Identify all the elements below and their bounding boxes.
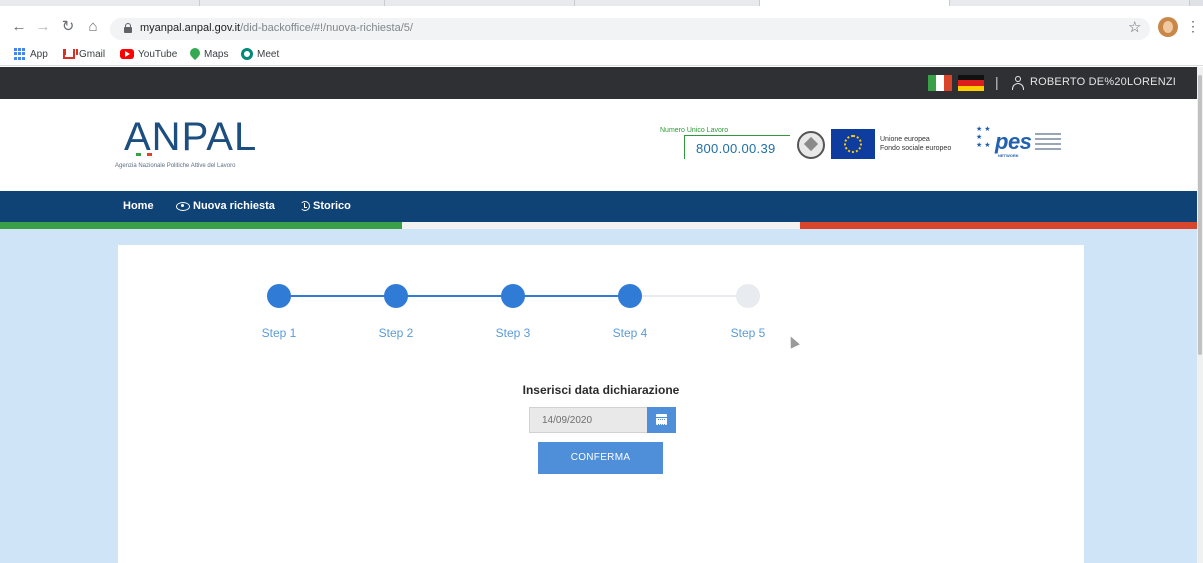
step-connector [630, 295, 748, 297]
eu-flag-icon [831, 129, 875, 159]
eu-label: Unione europea [880, 136, 930, 143]
bookmark-label: App [30, 48, 48, 60]
calendar-button[interactable] [647, 407, 676, 433]
anpal-logo[interactable]: ANPAL [124, 117, 257, 157]
step-3-indicator [501, 284, 525, 308]
pes-logo: pes [995, 129, 1032, 154]
topbar-separator: | [995, 74, 999, 90]
url-path: /did-backoffice/#!/nuova-richiesta/5/ [240, 22, 413, 34]
nav-history[interactable]: Storico [300, 200, 351, 212]
reload-icon[interactable]: ↻ [59, 18, 77, 36]
declaration-date-input[interactable] [529, 407, 647, 433]
bookmark-meet[interactable]: Meet [241, 46, 279, 62]
step-1-label: Step 1 [261, 326, 297, 340]
lock-icon [124, 23, 132, 33]
bookmark-label: Gmail [79, 48, 106, 60]
site-header: ANPAL Agenzia Nazionale Politiche Attive… [0, 99, 1197, 191]
italian-republic-emblem-icon [797, 131, 825, 159]
gmail-icon [63, 49, 75, 59]
step-connector [513, 295, 630, 297]
nav-history-label: Storico [313, 200, 351, 212]
youtube-icon [120, 49, 134, 59]
step-2-indicator [384, 284, 408, 308]
step-connector [396, 295, 513, 297]
bookmark-gmail[interactable]: Gmail [63, 46, 105, 62]
step-connector [279, 295, 396, 297]
forward-arrow-icon[interactable]: → [34, 18, 52, 36]
logo-tricolor-mark [136, 153, 152, 156]
nav-new-request[interactable]: Nuova richiesta [176, 200, 275, 212]
step-3-label: Step 3 [495, 326, 531, 340]
browser-toolbar: ← → ↻ ⌂ myanpal.anpal.gov.it/did-backoff… [0, 6, 1203, 42]
bookmark-star-icon[interactable]: ☆ [1128, 18, 1141, 36]
nav-home[interactable]: Home [123, 200, 154, 212]
url-host: myanpal.anpal.gov.it [140, 22, 241, 34]
helpline-number: 800.00.00.39 [696, 141, 776, 156]
logo-subtitle: Agenzia Nazionale Politiche Attive del L… [115, 163, 236, 169]
pes-stars-icon: ★ ★ ★ ★ ★ [976, 126, 991, 149]
step-1-indicator [267, 284, 291, 308]
esf-label: Fondo sociale europeo [880, 145, 952, 152]
user-name[interactable]: ROBERTO DE%20LORENZI [1030, 76, 1176, 88]
step-4-indicator [618, 284, 642, 308]
tricolor-stripe [0, 222, 1197, 229]
apps-grid-icon [14, 48, 26, 60]
german-flag-icon[interactable] [958, 75, 984, 91]
calendar-icon [656, 414, 667, 425]
bookmark-maps[interactable]: Maps [190, 46, 228, 62]
bookmark-apps[interactable]: App [14, 46, 48, 62]
confirm-button[interactable]: CONFERMA [538, 442, 663, 474]
profile-avatar[interactable] [1158, 17, 1178, 37]
nav-new-request-label: Nuova richiesta [193, 200, 275, 212]
helpline-label: Numero Unico Lavoro [660, 127, 729, 134]
url-text: myanpal.anpal.gov.it/did-backoffice/#!/n… [140, 22, 413, 34]
step-2-label: Step 2 [378, 326, 414, 340]
italian-flag-icon[interactable] [928, 75, 952, 91]
maps-pin-icon [190, 48, 200, 61]
step-5-label: Step 5 [730, 326, 766, 340]
bookmark-label: Maps [204, 48, 229, 60]
back-arrow-icon[interactable]: ← [10, 18, 28, 36]
bookmark-label: YouTube [138, 48, 178, 60]
main-card [118, 245, 1084, 563]
pes-side-text [1035, 133, 1065, 155]
main-nav: Home Nuova richiesta Storico [0, 191, 1197, 222]
home-icon[interactable]: ⌂ [84, 18, 102, 36]
menu-kebab-icon[interactable]: ⋮ [1186, 18, 1200, 35]
bookmark-youtube[interactable]: YouTube [120, 46, 177, 62]
form-title: Inserisci data dichiarazione [522, 383, 680, 397]
address-bar[interactable]: myanpal.anpal.gov.it/did-backoffice/#!/n… [110, 18, 1150, 40]
step-4-label: Step 4 [612, 326, 648, 340]
user-icon[interactable] [1012, 76, 1024, 90]
meet-icon [241, 48, 253, 60]
step-5-indicator [736, 284, 760, 308]
bookmark-label: Meet [257, 48, 280, 60]
eye-icon [176, 201, 190, 211]
scrollbar-thumb[interactable] [1198, 75, 1202, 355]
site-top-bar: | ROBERTO DE%20LORENZI [0, 67, 1197, 99]
pes-network-label: NETWORK [998, 153, 1019, 158]
bookmarks-bar: App Gmail YouTube Maps Meet [0, 42, 1203, 66]
history-icon [300, 201, 310, 211]
